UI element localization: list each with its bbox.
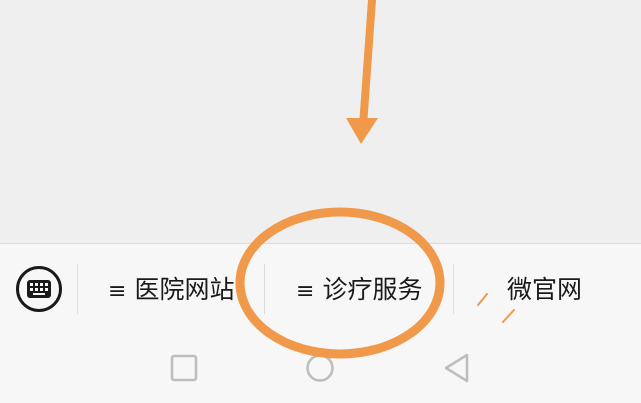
home-circle-icon[interactable]: [305, 353, 335, 383]
menu-item-micro-website[interactable]: 微官网: [507, 272, 607, 308]
menu-divider: [77, 264, 78, 314]
menu-list-icon: ≡: [108, 279, 127, 304]
menu-divider: [264, 264, 265, 314]
menu-item-label: 医院网站: [134, 275, 235, 304]
system-navigation-bar: [0, 336, 641, 403]
menu-item-medical-services[interactable]: ≡ 诊疗服务: [296, 272, 436, 308]
wechat-official-account-screen: ≡ 医院网站 ≡ 诊疗服务 微官网: [0, 0, 641, 403]
menu-item-hospital-website[interactable]: ≡ 医院网站: [108, 272, 236, 308]
menu-list-icon: ≡: [296, 279, 315, 304]
back-triangle-icon[interactable]: [442, 352, 472, 384]
menu-item-label: 微官网: [507, 275, 583, 304]
official-account-menu-bar: ≡ 医院网站 ≡ 诊疗服务 微官网: [0, 243, 641, 336]
keyboard-icon: [27, 280, 51, 298]
menu-item-label: 诊疗服务: [322, 275, 423, 304]
chat-area: [0, 0, 641, 243]
keyboard-toggle-button[interactable]: [16, 266, 62, 312]
menu-divider: [453, 264, 454, 314]
recents-square-icon[interactable]: [170, 354, 198, 382]
